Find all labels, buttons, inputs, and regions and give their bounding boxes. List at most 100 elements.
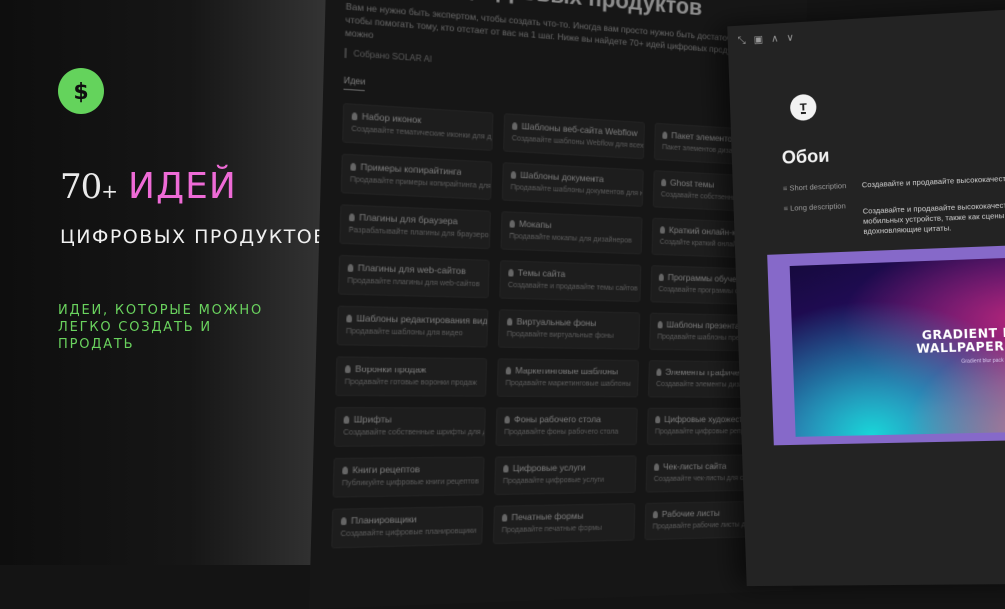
card-description: Продавайте печатные формы [502,524,627,534]
card-title: Плагины для web-сайтов [348,262,481,277]
idea-gallery: Набор иконок Создавайте тематические икон… [331,103,787,549]
lightbulb-icon [502,513,507,521]
card-title-text: Маркетинговые шаблоны [515,365,618,377]
lightbulb-icon [349,213,355,221]
idea-card[interactable]: Виртуальные фоны Продавайте виртуальные ф… [498,309,640,349]
card-title: Шаблоны редактирования видео [346,312,480,326]
idea-card[interactable]: Воронки продаж Продавайте готовые воронки… [335,356,487,396]
lightbulb-icon [660,226,665,233]
card-description: Продавайте шаблоны документов для юристо… [510,184,635,197]
card-description: Создавайте собственные шрифты для дизайн… [343,429,477,437]
card-description: Создавайте шаблоны Webflow для всех ниш [512,135,637,150]
card-description: Продавайте фоны рабочего стола [504,428,629,436]
property-label: Short description [783,180,862,193]
lightbulb-icon [342,466,348,474]
lightbulb-icon [508,268,513,276]
lightbulb-icon [659,273,664,280]
card-description: Продавайте маркетинговые шаблоны [505,380,630,388]
dollar-icon: $ [58,68,104,114]
chevron-down-icon[interactable]: ∨ [786,33,794,44]
expand-icon[interactable]: ⤡ [738,35,746,46]
idea-card[interactable]: Печатные формы Продавайте печатные формы [493,503,635,544]
lightbulb-letter: T [800,102,807,113]
headline-number: 70 [60,167,101,207]
lightbulb-icon [506,366,511,374]
idea-card[interactable]: Темы сайта Создавайте и продавайте темы с… [499,260,641,302]
card-title-text: Шаблоны документа [520,169,604,184]
card-description: Продавайте готовые воронки продаж [345,378,479,387]
card-title-text: Шаблоны редактирования видео [356,313,488,327]
headline-plus: + [101,179,118,203]
idea-card[interactable]: Шрифты Создавайте собственные шрифты для … [334,407,486,447]
lightbulb-icon [345,365,351,373]
lightbulb-icon [653,510,658,517]
idea-card[interactable]: Планировщики Создавайте цифровые планиров… [331,506,483,549]
long-description-value: Создавайте и продавайте высококачественн… [863,198,1005,237]
card-title-text: Воронки продаж [355,363,427,375]
lightbulb-icon [511,171,516,179]
lightbulb-icon [352,112,358,120]
mockup-scene: 70+ идей цифровых продуктов Вам не нужно… [300,0,1005,590]
card-description: Создавайте цифровые планировщики [340,528,474,539]
card-title-text: Виртуальные фоны [516,316,596,328]
card-description: Создавайте и продавайте темы сайтов [508,282,633,293]
card-description: Разрабатывайте плагины для браузеров [349,227,482,240]
card-title-text: Плагины для web-сайтов [358,262,466,276]
card-title-text: Цифровые услуги [513,462,586,473]
lightbulb-icon [512,122,517,130]
idea-card[interactable]: Шаблоны редактирования видео Продавайте ш… [337,306,489,348]
card-title-text: Планировщики [351,514,417,526]
idea-card[interactable]: Плагины для браузера Разрабатывайте плаги… [339,204,491,249]
svg-text:$: $ [73,80,88,105]
card-title-text: Ghost темы [670,177,714,189]
lightbulb-icon [656,368,661,375]
long-description-row: Long description [783,201,862,213]
card-description: Продавайте плагины для web-сайтов [347,277,480,288]
idea-card[interactable]: Шаблоны документа Продавайте шаблоны доку… [502,162,644,207]
card-title: Книги рецептов [342,463,476,475]
lightbulb-icon [504,415,509,422]
lightbulb-icon [344,415,350,423]
idea-card[interactable]: Мокапы Продавайте мокапы для дизайнеров [501,211,643,254]
card-title: Воронки продаж [345,363,479,375]
idea-card[interactable]: Шаблоны веб-сайта Webflow Создавайте шабл… [503,113,645,159]
lightbulb-icon [503,464,508,472]
card-description: Продавайте примеры копирайтинга для прод… [350,176,483,190]
card-title: Темы сайта [508,267,633,281]
card-title-text: Мокапы [519,218,552,230]
card-description: Продавайте мокапы для дизайнеров [509,233,634,245]
card-title: Мокапы [509,218,634,234]
cover-subtitle: Gradient blur pack [961,358,1004,365]
idea-card[interactable]: Цифровые услуги Продавайте цифровые услуг… [494,455,636,495]
lightbulb-icon [341,517,347,525]
card-title: Планировщики [341,513,475,527]
card-title-text: Примеры копирайтинга [360,161,461,177]
property-label: Long description [783,201,862,213]
lightbulb-icon [507,317,512,325]
lightbulb-icon [346,314,352,322]
idea-card[interactable]: Фоны рабочего стола Продавайте фоны рабоч… [495,407,637,445]
card-title-text: Темы сайта [518,267,566,279]
chevron-up-icon[interactable]: ∧ [771,33,779,44]
promo-tagline: ИДЕИ, КОТОРЫЕ МОЖНО ЛЕГКО СОЗДАТЬ И ПРОД… [58,302,288,353]
idea-card[interactable]: Примеры копирайтинга Продавайте примеры к… [341,154,493,200]
tagline-line: ЛЕГКО СОЗДАТЬ И [58,319,288,336]
tab-ideas[interactable]: Идеи [343,75,365,91]
idea-card[interactable]: Книги рецептов Публикуйте цифровые книги … [333,457,485,498]
item-title: Обои [782,145,830,168]
card-title: Фоны рабочего стола [504,414,629,425]
idea-card[interactable]: Маркетинговые шаблоны Продавайте маркетин… [497,358,639,397]
short-description-row: Short descriptionСоздавайте и продавайте… [783,173,1005,193]
card-description: Продавайте виртуальные фоны [507,331,632,341]
card-title: Примеры копирайтинга [350,161,483,179]
headline-accent: ИДЕЙ [128,166,237,207]
idea-card[interactable]: Плагины для web-сайтов Продавайте плагины… [338,255,490,298]
layout-icon[interactable]: ▣ [754,34,764,46]
lightbulb-icon [350,162,356,170]
lightbulb-icon [661,178,666,185]
cover-image: GRADIENT BLUR WALLPAPER PACK Gradient bl… [790,255,1005,437]
card-title-text: Рабочие листы [662,508,720,519]
cover-title: GRADIENT BLUR WALLPAPER PACK [916,325,1005,355]
idea-card[interactable]: Набор иконок Создавайте тематические икон… [342,103,493,151]
promo-headline: 70 + ИДЕЙ [60,166,237,207]
